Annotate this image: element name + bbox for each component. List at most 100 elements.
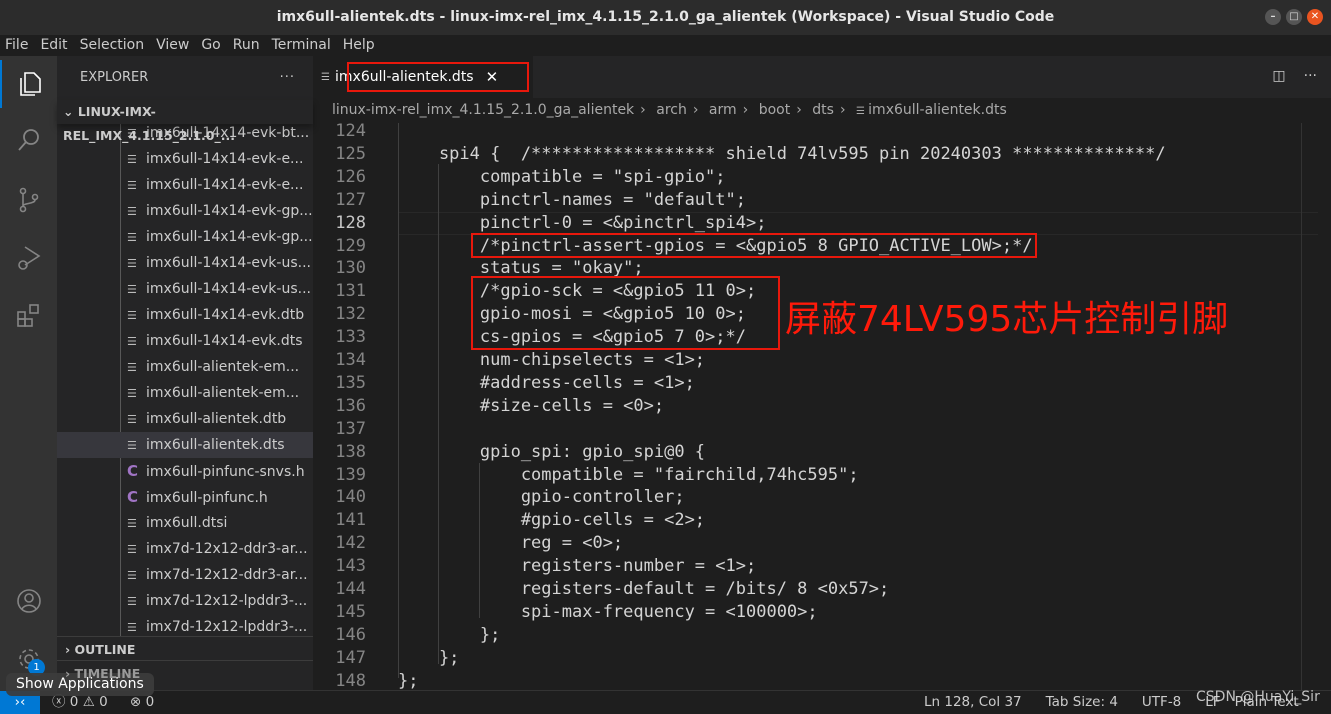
explorer-title: EXPLORER bbox=[80, 70, 149, 85]
accounts-icon[interactable] bbox=[0, 577, 57, 625]
file-item[interactable]: ☰ imx6ull-14x14-evk.dtb bbox=[57, 302, 313, 328]
file-lines-icon: ☰ bbox=[127, 153, 137, 166]
file-item[interactable]: ☰ imx6ull-14x14-evk-e... bbox=[57, 146, 313, 172]
line-number: 132 bbox=[335, 304, 366, 325]
split-editor-icon[interactable]: ◫ bbox=[1272, 68, 1285, 84]
line-number: 136 bbox=[335, 395, 366, 416]
editor-scrollbar[interactable] bbox=[1301, 123, 1331, 690]
file-item[interactable]: ☰ imx6ull-14x14-evk-gp... bbox=[57, 198, 313, 224]
timeline-label: TIMELINE bbox=[74, 666, 141, 681]
line-number: 144 bbox=[335, 579, 366, 599]
file-lines-icon: ☰ bbox=[127, 361, 137, 374]
file-lines-icon: ☰ bbox=[127, 335, 137, 348]
file-lines-icon: ☰ bbox=[856, 106, 869, 117]
menu-edit[interactable]: Edit bbox=[34, 35, 73, 56]
file-lines-icon: ☰ bbox=[127, 569, 137, 582]
file-item[interactable]: ☰ imx6ull-14x14-evk-e... bbox=[57, 172, 313, 198]
warning-icon: ⚠ bbox=[82, 694, 95, 710]
file-name: imx6ull.dtsi bbox=[146, 515, 228, 531]
code-text: reg = <0>; bbox=[398, 533, 624, 554]
error-count: 0 bbox=[69, 694, 79, 710]
file-item[interactable]: ☰ imx6ull-14x14-evk-us... bbox=[57, 276, 313, 302]
menu-help[interactable]: Help bbox=[337, 35, 381, 56]
file-item[interactable]: ☰ imx7d-12x12-lpddr3-... bbox=[57, 614, 313, 636]
extensions-icon[interactable] bbox=[0, 292, 57, 340]
menu-selection[interactable]: Selection bbox=[74, 35, 151, 56]
c-file-icon: C bbox=[127, 488, 139, 506]
file-name: imx6ull-14x14-evk.dts bbox=[146, 333, 303, 349]
file-item[interactable]: Cimx6ull-pinfunc-snvs.h bbox=[57, 458, 313, 484]
workspace-root-folder[interactable]: ⌄ LINUX-IMX-REL_IMX_4.1.15_2.1.0_... bbox=[57, 100, 313, 143]
chevron-right-icon: › bbox=[640, 102, 646, 118]
file-item[interactable]: ☰ imx7d-12x12-ddr3-ar... bbox=[57, 536, 313, 562]
code-text: registers-number = <1>; bbox=[398, 556, 757, 577]
activity-bar bbox=[0, 56, 57, 690]
more-actions-icon[interactable]: ··· bbox=[1304, 68, 1317, 84]
file-lines-icon: ☰ bbox=[127, 283, 137, 296]
code-line: 138 gpio_spi: gpio_spi@0 { bbox=[313, 441, 1331, 464]
outline-section[interactable]: › OUTLINE bbox=[57, 636, 313, 662]
menu-file[interactable]: File bbox=[0, 35, 34, 56]
file-name: imx7d-12x12-ddr3-ar... bbox=[146, 541, 308, 557]
code-line: 127 pinctrl-names = "default"; bbox=[313, 189, 1331, 212]
file-lines-icon: ☰ bbox=[127, 517, 137, 530]
file-item[interactable]: ☰ imx6ull-alientek.dts bbox=[57, 432, 313, 458]
code-line: 147 }; bbox=[313, 647, 1331, 670]
code-line: 143 registers-number = <1>; bbox=[313, 555, 1331, 578]
broadcast-icon: ⊗ bbox=[130, 694, 142, 710]
breadcrumb-item[interactable]: linux-imx-rel_imx_4.1.15_2.1.0_ga_alient… bbox=[332, 102, 634, 118]
breadcrumb-item[interactable]: dts bbox=[812, 102, 834, 118]
title-bar: imx6ull-alientek.dts - linux-imx-rel_imx… bbox=[0, 0, 1331, 35]
breadcrumb-item[interactable]: arch bbox=[656, 102, 687, 118]
run-debug-icon[interactable] bbox=[0, 234, 57, 282]
menu-go[interactable]: Go bbox=[195, 35, 226, 56]
code-text: #gpio-cells = <2>; bbox=[398, 510, 706, 531]
menu-run[interactable]: Run bbox=[227, 35, 266, 56]
explorer-icon[interactable] bbox=[0, 60, 57, 108]
file-item[interactable]: ☰ imx6ull-14x14-evk-us... bbox=[57, 250, 313, 276]
c-file-icon: C bbox=[127, 462, 139, 480]
code-line: 136 #size-cells = <0>; bbox=[313, 395, 1331, 418]
line-number: 134 bbox=[335, 350, 366, 370]
file-name: imx7d-12x12-lpddr3-... bbox=[146, 593, 308, 609]
breadcrumb-item[interactable]: imx6ull-alientek.dts bbox=[868, 102, 1007, 118]
maximize-button[interactable]: □ bbox=[1286, 9, 1302, 25]
file-name: imx6ull-pinfunc-snvs.h bbox=[146, 464, 305, 480]
close-window-button[interactable]: ✕ bbox=[1307, 9, 1323, 25]
line-number: 145 bbox=[335, 601, 366, 622]
code-line: 130 status = "okay"; bbox=[313, 257, 1331, 280]
chevron-down-icon: ⌄ bbox=[63, 104, 78, 119]
timeline-section[interactable]: › TIMELINE bbox=[57, 660, 313, 686]
minimize-button[interactable]: – bbox=[1265, 9, 1281, 25]
file-item[interactable]: ☰ imx6ull-alientek-em... bbox=[57, 354, 313, 380]
line-number: 129 bbox=[335, 235, 366, 256]
breadcrumb-item[interactable]: arm bbox=[709, 102, 737, 118]
annotation-box-line-129 bbox=[471, 233, 1037, 258]
menu-bar: File Edit Selection View Go Run Terminal… bbox=[0, 35, 1331, 56]
tab-size[interactable]: Tab Size: 4 bbox=[1046, 691, 1118, 714]
indent-guide bbox=[479, 463, 480, 618]
file-item[interactable]: ☰ imx6ull-14x14-evk.dts bbox=[57, 328, 313, 354]
file-item[interactable]: ☰ imx6ull-alientek-em... bbox=[57, 380, 313, 406]
code-editor[interactable]: 124 125 spi4 { /****************** shield… bbox=[313, 123, 1331, 690]
file-item[interactable]: ☰ imx7d-12x12-lpddr3-... bbox=[57, 588, 313, 614]
encoding[interactable]: UTF-8 bbox=[1142, 691, 1181, 714]
file-item[interactable]: ☰ imx6ull-alientek.dtb bbox=[57, 406, 313, 432]
code-line: 142 reg = <0>; bbox=[313, 532, 1331, 555]
line-number: 146 bbox=[335, 624, 366, 645]
line-number: 128 bbox=[335, 212, 366, 233]
source-control-icon[interactable] bbox=[0, 176, 57, 224]
line-number: 138 bbox=[335, 441, 366, 462]
file-item[interactable]: ☰ imx6ull.dtsi bbox=[57, 510, 313, 536]
file-item[interactable]: ☰ imx6ull-14x14-evk-gp... bbox=[57, 224, 313, 250]
code-line: 140 gpio-controller; bbox=[313, 486, 1331, 509]
search-icon[interactable] bbox=[0, 116, 57, 164]
file-item[interactable]: ☰ imx7d-12x12-ddr3-ar... bbox=[57, 562, 313, 588]
menu-view[interactable]: View bbox=[150, 35, 195, 56]
annotation-box-tab bbox=[347, 62, 529, 92]
file-item[interactable]: Cimx6ull-pinfunc.h bbox=[57, 484, 313, 510]
menu-terminal[interactable]: Terminal bbox=[266, 35, 337, 56]
more-actions-icon[interactable]: ··· bbox=[280, 56, 295, 100]
cursor-position[interactable]: Ln 128, Col 37 bbox=[924, 691, 1022, 714]
breadcrumb-item[interactable]: boot bbox=[759, 102, 791, 118]
